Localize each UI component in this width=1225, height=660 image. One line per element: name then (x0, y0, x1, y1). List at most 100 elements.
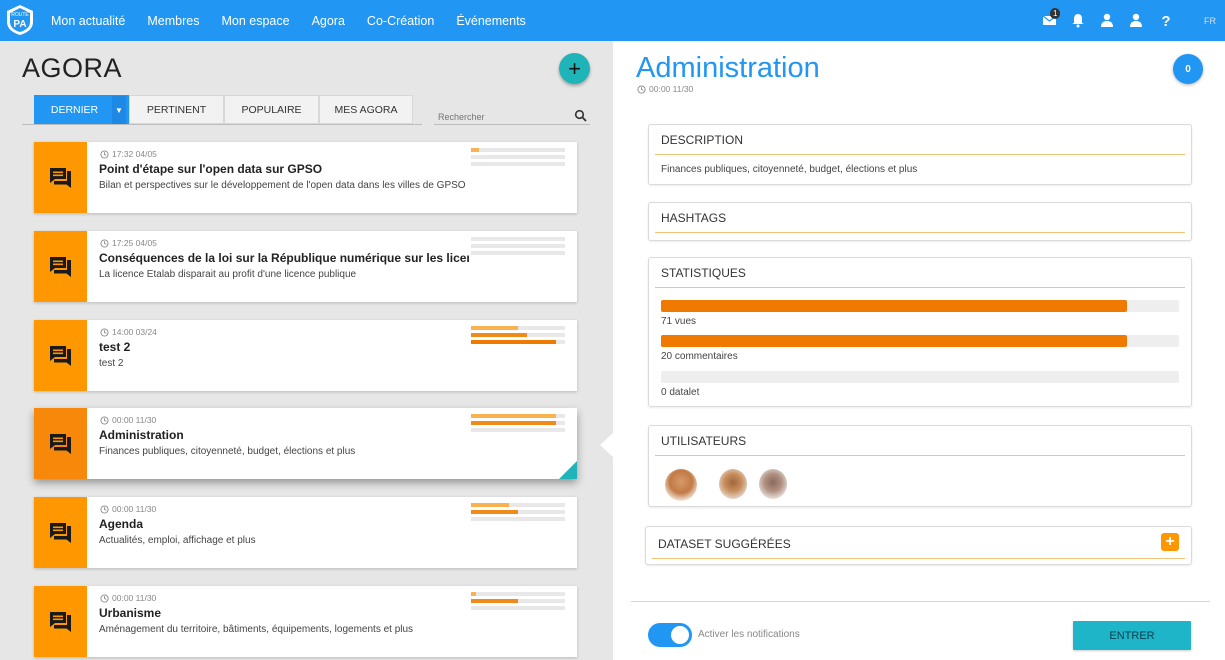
card-time-text: 14:00 03/24 (112, 327, 157, 337)
help-icon[interactable]: ? (1156, 10, 1176, 30)
datasets-card: DATASET SUGGÉRÉES + (645, 526, 1192, 565)
tab-pertinent[interactable]: PERTINENT (129, 95, 224, 124)
views-bar (661, 300, 1179, 312)
page-title: AGORA (22, 53, 123, 83)
comments-label: 20 commentaires (661, 351, 738, 362)
heading-divider (655, 287, 1185, 288)
participant-count-badge[interactable]: 0 (1173, 54, 1203, 84)
notifications-label: Activer les notifications (698, 629, 800, 640)
card-stat-bars (471, 148, 565, 169)
card-stat-bar (471, 592, 565, 596)
caret-down-icon[interactable]: ▼ (112, 96, 126, 125)
footer-divider (631, 601, 1210, 602)
user-avatar-1[interactable] (665, 469, 697, 501)
card-stat-bars (471, 503, 565, 524)
top-nav-bar: ROUTE PA Mon actualité Membres Mon espac… (0, 0, 1225, 41)
card-time-text: 17:32 04/05 (112, 149, 157, 159)
clock-icon (100, 415, 109, 425)
nav-evenements[interactable]: Événements (456, 14, 525, 28)
heading-divider (655, 455, 1185, 456)
card-stat-bar-fill (471, 333, 528, 337)
chat-icon (49, 522, 71, 543)
card-stat-bar (471, 162, 565, 166)
card-description: La licence Etalab disparait au profit d'… (99, 269, 357, 280)
nav-membres[interactable]: Membres (147, 14, 199, 28)
chat-icon (49, 167, 71, 188)
tab-dernier-label: DERNIER (50, 103, 99, 116)
datasets-heading: DATASET SUGGÉRÉES (658, 537, 791, 551)
agora-card[interactable]: 00:00 11/30 Agenda Actualités, emploi, aff… (34, 497, 577, 568)
chat-icon (49, 345, 71, 366)
user-icon[interactable] (1097, 10, 1117, 30)
tab-dernier[interactable]: DERNIER ▼ (34, 95, 129, 125)
tab-mes-agora[interactable]: MES AGORA (319, 95, 413, 124)
views-label: 71 vues (661, 316, 697, 327)
account-icon[interactable] (1126, 10, 1146, 30)
card-stat-bar-fill (471, 421, 556, 425)
bell-icon[interactable] (1068, 10, 1088, 30)
agora-card[interactable]: 00:00 11/30 Urbanisme Aménagement du terri… (34, 586, 577, 657)
card-stat-bar (471, 421, 565, 425)
card-time-text: 17:25 04/05 (112, 238, 157, 248)
hashtags-heading: HASHTAGS (661, 211, 727, 225)
card-title: Agenda (99, 517, 144, 531)
card-stat-bar (471, 340, 565, 344)
card-stat-bar-fill (471, 510, 518, 514)
card-stat-bars (471, 414, 565, 435)
selection-pointer (600, 433, 613, 457)
card-stat-bar (471, 244, 565, 248)
notifications-toggle[interactable] (648, 623, 692, 647)
chat-icon-tile (34, 231, 87, 302)
card-stat-bar (471, 414, 565, 418)
clock-icon (100, 593, 109, 603)
search-box (434, 107, 590, 126)
search-input[interactable] (434, 108, 564, 126)
agora-card[interactable]: 17:25 04/05 Conséquences de la loi sur la… (34, 231, 577, 302)
toggle-knob (671, 626, 689, 644)
card-stat-bar (471, 333, 565, 337)
card-stat-bar-fill (471, 326, 518, 330)
agora-tabs: DERNIER ▼ PERTINENT POPULAIRE MES AGORA (34, 95, 413, 125)
agora-card-selected[interactable]: 00:00 11/30 Administration Finances publiq… (34, 408, 577, 479)
svg-text:ROUTE: ROUTE (11, 12, 29, 18)
mail-icon[interactable]: 1 (1040, 8, 1061, 30)
enter-button[interactable]: ENTRER (1073, 621, 1191, 650)
card-description: Bilan et perspectives sur le développeme… (99, 180, 466, 191)
card-stat-bar-fill (471, 503, 509, 507)
card-stat-bar (471, 326, 565, 330)
user-avatar-3[interactable] (759, 469, 787, 499)
add-agora-button[interactable]: + (559, 53, 590, 84)
tabs-underline (22, 124, 422, 125)
language-switch[interactable]: FR (1204, 16, 1216, 26)
chat-icon-tile (34, 497, 87, 568)
card-stat-bar-fill (471, 414, 556, 418)
add-dataset-button[interactable]: + (1161, 533, 1179, 551)
search-icon[interactable] (574, 109, 588, 123)
detail-title: Administration (636, 52, 820, 84)
clock-icon (100, 327, 109, 337)
card-stat-bar (471, 517, 565, 521)
hashtags-card: HASHTAGS (648, 202, 1192, 241)
card-stat-bar (471, 606, 565, 610)
description-heading: DESCRIPTION (661, 133, 744, 147)
route-pa-logo[interactable]: ROUTE PA (5, 4, 35, 36)
nav-mon-espace[interactable]: Mon espace (221, 14, 289, 28)
nav-co-creation[interactable]: Co-Création (367, 14, 434, 28)
card-description: test 2 (99, 358, 124, 369)
card-stat-bar (471, 428, 565, 432)
users-heading: UTILISATEURS (661, 434, 747, 448)
user-avatar-2[interactable] (719, 469, 747, 499)
tab-populaire[interactable]: POPULAIRE (224, 95, 319, 124)
detail-time-text: 00:00 11/30 (649, 84, 694, 94)
selected-corner-marker (559, 461, 577, 479)
agora-card[interactable]: 17:32 04/05 Point d'étape sur l'open data… (34, 142, 577, 213)
datalet-bar (661, 371, 1179, 383)
nav-agora[interactable]: Agora (312, 14, 345, 28)
nav-mon-actualite[interactable]: Mon actualité (51, 14, 125, 28)
card-timestamp: 00:00 11/30 (100, 415, 156, 425)
card-time-text: 00:00 11/30 (112, 593, 157, 603)
agora-card[interactable]: 14:00 03/24 test 2 test 2 (34, 320, 577, 391)
card-timestamp: 17:32 04/05 (100, 149, 157, 159)
card-stat-bar (471, 503, 565, 507)
clock-icon (100, 238, 109, 248)
